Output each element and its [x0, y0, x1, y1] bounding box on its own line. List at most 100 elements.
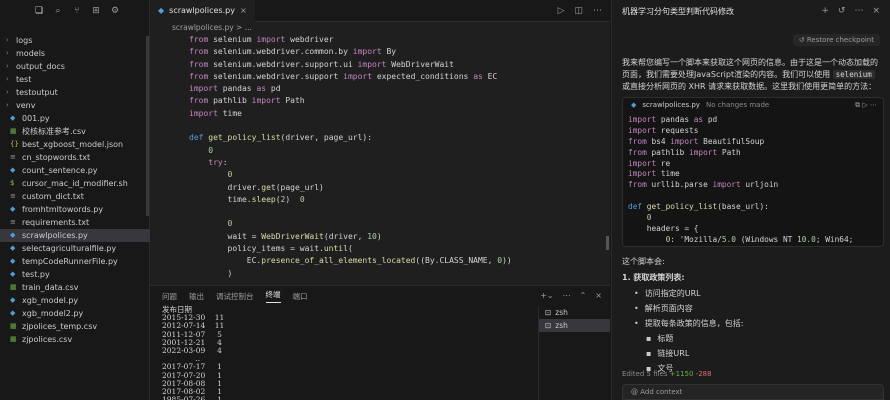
file-item[interactable]: ▦ zjpolices_temp.csv	[0, 320, 150, 333]
code-line: try:	[208, 157, 228, 167]
extensions-icon[interactable]: ⊞	[91, 6, 101, 16]
terminal-output[interactable]: 发布日期 2015-12-30 11 2012-07-14 11 2011-12-07…	[162, 305, 532, 400]
python-file-icon: ◆	[10, 114, 16, 122]
tree-item-label: venv	[16, 101, 36, 110]
csv-file-icon: ▦	[10, 322, 17, 330]
code-block-line: import pandas as pd	[628, 115, 718, 124]
panel-tab[interactable]: 问题	[162, 291, 177, 302]
tree-item-label: xgb_model2.py	[22, 309, 84, 318]
close-panel-icon[interactable]: ×	[595, 291, 602, 300]
code-block-line: import time	[628, 169, 680, 179]
folder-item[interactable]: › models	[0, 47, 150, 60]
tree-item-label: scrawlpolices.py	[22, 231, 88, 240]
more-icon[interactable]: ⋯	[593, 6, 602, 16]
file-item[interactable]: ▦ train_data.csv	[0, 281, 150, 294]
file-item[interactable]: ◆ count_sentence.py	[0, 164, 150, 177]
split-editor-icon[interactable]: ◫	[574, 6, 583, 16]
file-item[interactable]: {} best_xgboost_model.json	[0, 138, 150, 151]
tree-item-label: cn_stopwords.txt	[22, 153, 91, 162]
new-terminal-icon[interactable]: +⌄	[540, 291, 553, 300]
file-item[interactable]: ▦ 校核标准参考.csv	[0, 125, 150, 138]
python-file-icon: ◆	[10, 166, 16, 174]
file-item[interactable]: ◆ xgb_model.py	[0, 294, 150, 307]
file-item[interactable]: ◆ test.py	[0, 268, 150, 281]
code-line: )	[189, 268, 233, 278]
code-line: from pathlib import Path	[189, 96, 305, 106]
file-item[interactable]: ◆ tempCodeRunnerFile.py	[0, 255, 150, 268]
more-icon[interactable]: ⋯	[563, 291, 571, 300]
python-file-icon: ◆	[10, 205, 16, 213]
folder-item[interactable]: › venv	[0, 99, 150, 112]
maximize-icon[interactable]: ⌃	[580, 291, 587, 300]
folder-item[interactable]: › test	[0, 73, 150, 86]
add-context-button[interactable]: @ Add context	[622, 384, 884, 400]
source-control-icon[interactable]: ⑂	[72, 6, 82, 16]
code-block-line: 0: 'Mozilla/5.0 (Windows NT 10.0; Win64;	[665, 234, 854, 244]
editor-tabbar: ◆ scrawlpolices.py × ▷ ◫ ⋯	[150, 0, 610, 22]
folder-item[interactable]: › testoutput	[0, 86, 150, 99]
history-icon[interactable]: ↺	[838, 6, 846, 16]
editor-tab[interactable]: ◆ scrawlpolices.py ×	[150, 0, 255, 22]
terminal-instance[interactable]: ⊡ zsh	[539, 306, 610, 319]
code-block-actions[interactable]: ⧉ ▷ ⋯	[855, 101, 883, 110]
code-block-status: No changes made	[705, 101, 770, 109]
new-chat-icon[interactable]: +	[821, 6, 829, 16]
code-block-filename[interactable]: scrawlpolices.py	[642, 101, 700, 109]
json-file-icon: {}	[10, 140, 19, 148]
settings-icon[interactable]: ⚙	[110, 6, 120, 16]
code-line: from selenium.webdriver.support import e…	[189, 71, 498, 81]
panel-tab[interactable]: 端口	[293, 291, 308, 302]
file-item[interactable]: ≡ cn_stopwords.txt	[0, 151, 150, 164]
expand-code-icon[interactable]: ⌄	[751, 236, 757, 244]
restore-label: Restore checkpoint	[806, 36, 874, 44]
file-item[interactable]: ◆ xgb_model2.py	[0, 307, 150, 320]
bullet-text: 文号	[657, 364, 674, 373]
sidebar-scrollbar[interactable]	[146, 36, 149, 216]
chevron-right-icon: ›	[6, 36, 9, 44]
bullet-dot: •	[634, 289, 639, 298]
code-line: def get_policy_list(driver, page_url):	[189, 133, 373, 143]
terminal-instance[interactable]: ⊡ zsh	[539, 319, 610, 332]
csv-file-icon: ▦	[10, 335, 17, 343]
panel-tab[interactable]: 调试控制台	[216, 291, 254, 302]
panel-tab[interactable]: 终端	[265, 289, 281, 303]
python-file-icon: ◆	[631, 101, 637, 109]
folder-item[interactable]: › logs	[0, 34, 150, 47]
file-item[interactable]: ≡ custom_dict.txt	[0, 190, 150, 203]
file-item[interactable]: ◆ scrawlpolices.py	[0, 229, 150, 242]
terminal-line: 2022-03-09 4	[162, 345, 222, 355]
sub-bullet-item: ▪ 标题	[646, 333, 673, 345]
folder-item[interactable]: › output_docs	[0, 60, 150, 73]
file-item[interactable]: ▦ zjpolices.csv	[0, 333, 150, 346]
file-item[interactable]: ◆ 001.py	[0, 112, 150, 125]
sub-bullet-item: ▪ 链接URL	[646, 348, 689, 360]
python-file-icon: ◆	[10, 257, 16, 265]
more-icon[interactable]: ⋯	[854, 6, 863, 16]
tree-item-label: train_data.csv	[22, 283, 79, 292]
tree-item-label: testoutput	[16, 88, 58, 97]
run-icon[interactable]: ▷	[558, 6, 565, 16]
restore-checkpoint-button[interactable]: ↺ Restore checkpoint	[792, 34, 880, 46]
panel-tab[interactable]: 输出	[189, 291, 204, 302]
file-item[interactable]: ≡ requirements.txt	[0, 216, 150, 229]
breadcrumb[interactable]: scrawlpolices.py > ...	[150, 22, 610, 34]
close-chat-icon[interactable]: ×	[872, 6, 880, 16]
python-file-icon: ◆	[10, 244, 16, 252]
lines-removed: -288	[695, 370, 712, 378]
bullet-item: • 访问指定的URL	[634, 288, 701, 300]
bullet-dot: •	[634, 319, 639, 328]
files-icon[interactable]: ❏	[34, 6, 44, 16]
editor-scrollbar[interactable]	[606, 236, 609, 250]
chevron-right-icon: ›	[6, 88, 9, 96]
file-item[interactable]: ◆ selectagriculturalfile.py	[0, 242, 150, 255]
close-tab-icon[interactable]: ×	[240, 6, 247, 15]
bullet-text: 标题	[657, 334, 674, 343]
code-block-line: import requests	[628, 125, 699, 135]
file-item[interactable]: $ cursor_mac_id_modifier.sh	[0, 177, 150, 190]
bullet-text: 访问指定的URL	[644, 289, 701, 298]
tree-item-label: tempCodeRunnerFile.py	[22, 257, 118, 266]
search-icon[interactable]: ⌕	[53, 6, 63, 16]
file-item[interactable]: ◆ fromhtmltowords.py	[0, 203, 150, 216]
tree-item-label: output_docs	[16, 62, 65, 71]
sidebar-toolbar: ❏ ⌕ ⑂ ⊞ ⚙	[0, 0, 149, 22]
